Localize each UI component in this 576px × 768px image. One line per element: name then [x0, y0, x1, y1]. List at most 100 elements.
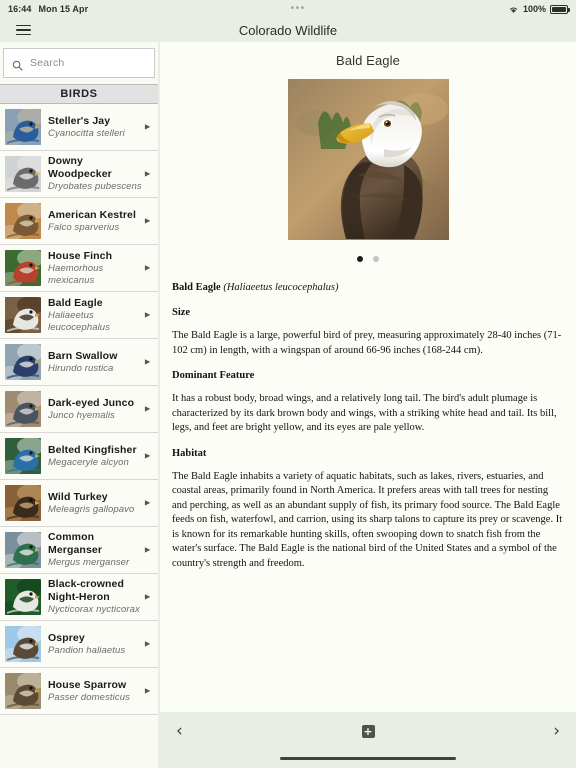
chevron-right-icon[interactable]: › — [553, 720, 560, 742]
list-item-name: Steller's Jay — [48, 114, 111, 127]
bird-thumbnail-house-finch — [5, 250, 41, 286]
status-time: 16:44 — [8, 4, 32, 14]
list-item-text: Common Merganser Mergus merganser — [48, 531, 146, 569]
status-date: Mon 15 Apr — [38, 4, 89, 14]
chevron-right-icon: ► — [143, 450, 152, 461]
list-item[interactable]: Common Merganser Mergus merganser ► — [0, 527, 158, 574]
list-item[interactable]: Barn Swallow Hirundo rustica ► — [0, 339, 158, 386]
list-item-scientific-name: Meleagris gallopavo — [48, 503, 135, 515]
list-item-scientific-name: Passer domesticus — [48, 691, 130, 703]
article-lead-sci: (Haliaeetus leucocephalus) — [223, 282, 339, 293]
chevron-left-icon[interactable]: ‹ — [176, 720, 183, 742]
list-item-text: Osprey Pandion haliaetus — [48, 632, 146, 657]
list-item[interactable]: Downy Woodpecker Dryobates pubescens ► — [0, 151, 158, 198]
chevron-right-icon: ► — [143, 403, 152, 414]
detail-panel: Bald Eagle Bald Eagle (Haliaeetus leucoc… — [160, 42, 576, 712]
list-item-name: House Sparrow — [48, 678, 127, 691]
list-item-scientific-name: Haliaeetus leucocephalus — [48, 309, 111, 333]
list-item-text: Steller's Jay Cyanocitta stelleri — [48, 115, 146, 140]
status-bar-right: 100% — [508, 4, 570, 14]
list-item-scientific-name: Junco hyemalis — [48, 409, 115, 421]
chevron-right-icon: ► — [143, 121, 152, 132]
tablet-screen: 16:44 Mon 15 Apr ••• 100% Colorado Wildl… — [0, 0, 576, 768]
article-lead-name: Bald Eagle — [172, 282, 221, 293]
chevron-right-icon: ► — [143, 215, 152, 226]
section-paragraph: It has a robust body, broad wings, and a… — [172, 393, 557, 433]
list-item-text: Wild Turkey Meleagris gallopavo — [48, 491, 146, 516]
list-item[interactable]: House Sparrow Passer domesticus ► — [0, 668, 158, 715]
bird-thumbnail-downy-woodpecker — [5, 156, 41, 192]
list-item[interactable]: Black-crowned Night-Heron Nycticorax nyct… — [0, 574, 158, 621]
list-item[interactable]: Dark-eyed Junco Junco hyemalis ► — [0, 386, 158, 433]
chevron-right-icon: ► — [143, 497, 152, 508]
list-item[interactable]: Steller's Jay Cyanocitta stelleri ► — [0, 104, 158, 151]
list-item-scientific-name: Nycticorax nycticorax — [48, 604, 140, 615]
bird-thumbnail-belted-kingfisher — [5, 438, 41, 474]
list-item-scientific-name: Pandion haliaetus — [48, 644, 126, 656]
battery-percent-label: 100% — [522, 4, 546, 14]
list-item-name: House Finch — [48, 249, 113, 262]
list-item[interactable]: Osprey Pandion haliaetus ► — [0, 621, 158, 668]
page-title: Colorado Wildlife — [238, 22, 338, 38]
plus-icon[interactable]: + — [361, 725, 375, 738]
list-item[interactable]: American Kestrel Falco sparverius ► — [0, 198, 158, 245]
bottom-toolbar: ‹ + › — [160, 712, 576, 768]
list-item[interactable]: House Finch Haemorhous mexicanus ► — [0, 245, 158, 292]
list-item-scientific-name: Falco sparverius — [48, 221, 120, 233]
list-item-scientific-name: Haemorhous mexicanus — [48, 262, 104, 286]
list-item[interactable]: Wild Turkey Meleagris gallopavo ► — [0, 480, 158, 527]
chevron-right-icon: ► — [143, 638, 152, 649]
chevron-right-icon: ► — [143, 309, 152, 320]
sidebar-section-header: BIRDS — [0, 84, 158, 104]
bird-thumbnail-bald-eagle — [5, 297, 41, 333]
list-item-name: Black-crowned Night-Heron — [48, 578, 124, 603]
list-item-name: Dark-eyed Junco — [48, 396, 135, 409]
section-paragraph: The Bald Eagle is a large, powerful bird… — [172, 330, 562, 356]
section-heading: Dominant Feature — [172, 370, 255, 381]
section-paragraph: The Bald Eagle inhabits a variety of aqu… — [172, 470, 563, 569]
list-item[interactable]: Belted Kingfisher Megaceryle alcyon ► — [0, 433, 158, 480]
status-bar-center: ••• — [88, 4, 508, 14]
bald-eagle-photo[interactable] — [287, 79, 449, 240]
bird-list: Steller's Jay Cyanocitta stelleri ► Downy W… — [0, 104, 158, 715]
search-field[interactable]: Search — [3, 48, 155, 78]
list-item-text: Barn Swallow Hirundo rustica — [48, 350, 146, 375]
bird-thumbnail-house-sparrow — [5, 673, 41, 709]
list-item-text: Belted Kingfisher Megaceryle alcyon — [48, 444, 146, 469]
bird-thumbnail-stellers-jay — [5, 109, 41, 145]
list-item-text: House Finch Haemorhous mexicanus — [48, 250, 146, 287]
list-item-text: Black-crowned Night-Heron Nycticorax nyct… — [48, 578, 146, 616]
detail-title: Bald Eagle — [336, 53, 400, 68]
status-bar-left: 16:44 Mon 15 Apr — [8, 4, 88, 14]
article-body: Bald Eagle (Haliaeetus leucocephalus) Si… — [160, 262, 576, 571]
chevron-right-icon: ► — [143, 685, 152, 696]
list-item-name: Wild Turkey — [48, 490, 108, 503]
hamburger-menu-icon[interactable] — [6, 24, 40, 36]
dynamic-island-dots-icon: ••• — [290, 3, 306, 14]
sidebar: Search BIRDS Steller's Jay Cyanocitta ste… — [0, 42, 158, 768]
hero-image-wrapper — [160, 79, 576, 240]
pager-dot[interactable] — [373, 256, 379, 262]
list-item-text: Bald Eagle Haliaeetus leucocephalus — [48, 297, 146, 334]
battery-icon — [550, 4, 570, 14]
wifi-icon — [508, 5, 519, 14]
list-item-name: Barn Swallow — [48, 349, 118, 362]
bird-thumbnail-american-kestrel — [5, 203, 41, 239]
list-item-name: Downy Woodpecker — [48, 155, 112, 180]
chevron-right-icon: ► — [143, 356, 152, 367]
list-item-scientific-name: Megaceryle alcyon — [48, 456, 129, 468]
list-item-scientific-name: Hirundo rustica — [48, 362, 114, 374]
list-item-text: Dark-eyed Junco Junco hyemalis — [48, 397, 146, 422]
bird-thumbnail-osprey — [5, 626, 41, 662]
chevron-right-icon: ► — [143, 168, 152, 179]
section-heading: Habitat — [172, 447, 207, 459]
pager-dot[interactable] — [357, 256, 363, 262]
list-item[interactable]: Bald Eagle Haliaeetus leucocephalus ► — [0, 292, 158, 339]
navigation-bar: Colorado Wildlife — [0, 18, 576, 42]
bird-thumbnail-wild-turkey — [5, 485, 41, 521]
list-item-scientific-name: Mergus merganser — [48, 557, 130, 568]
list-item-name: Osprey — [48, 631, 85, 644]
chevron-right-icon: ► — [143, 591, 152, 602]
list-item-text: American Kestrel Falco sparverius — [48, 209, 146, 234]
list-item-name: Bald Eagle — [48, 296, 103, 309]
